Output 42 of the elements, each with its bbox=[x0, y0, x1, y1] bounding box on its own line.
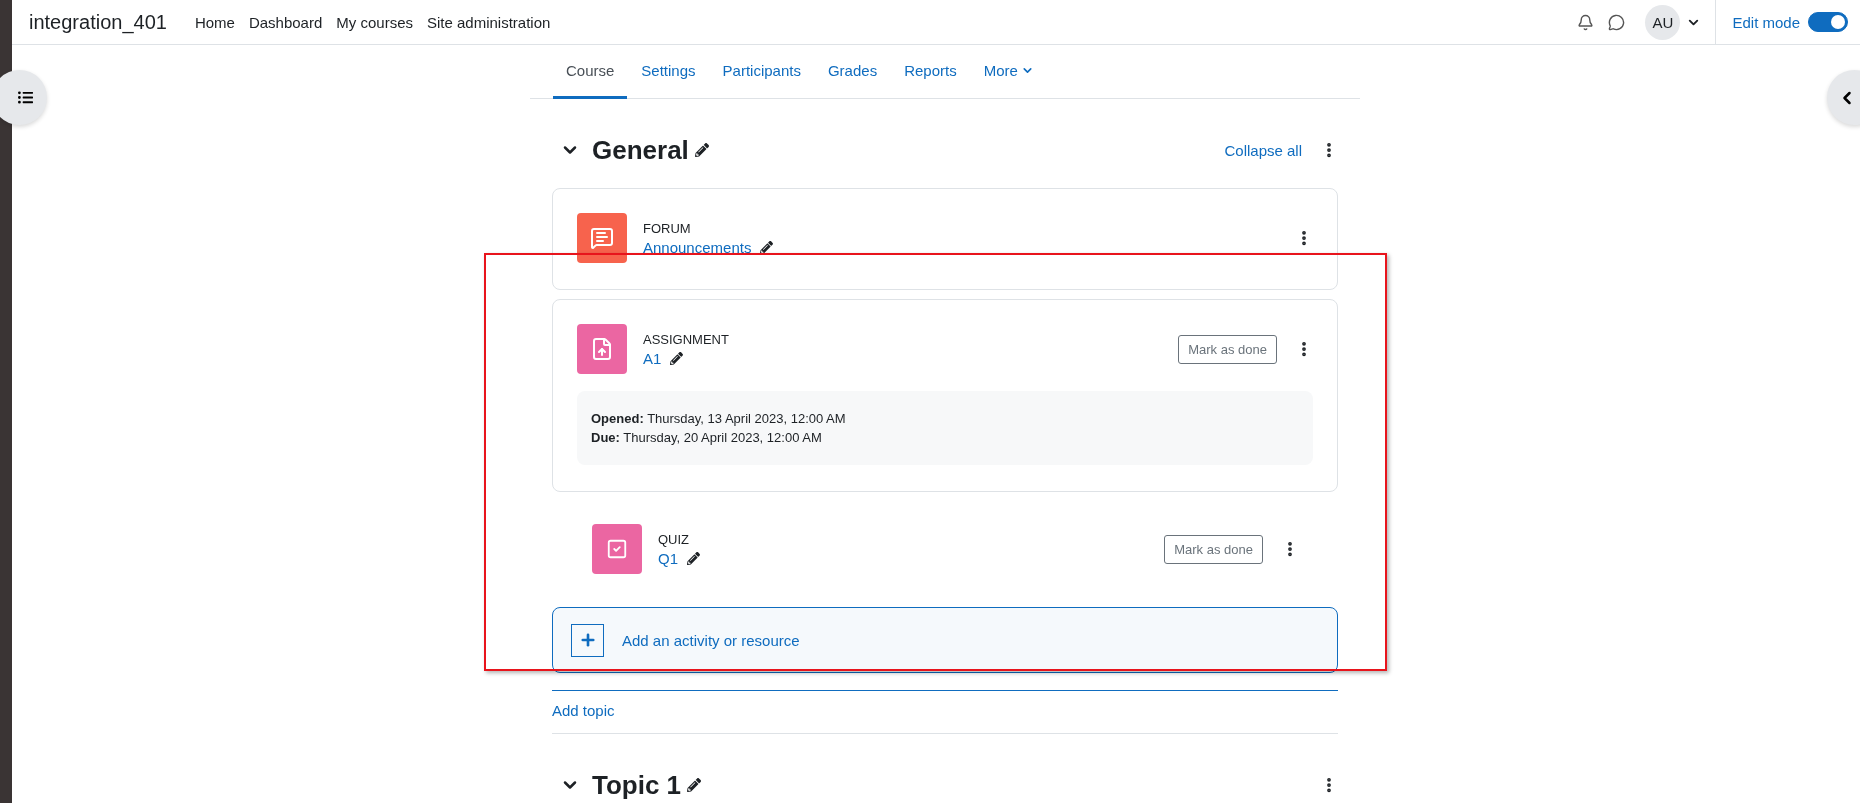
nav-link[interactable]: Site administration bbox=[427, 13, 551, 31]
add-activity-button[interactable]: Add an activity or resource bbox=[552, 607, 1338, 673]
nav-link[interactable]: Dashboard bbox=[248, 13, 323, 31]
nav-link[interactable]: Home bbox=[194, 13, 235, 31]
activity-type: ASSIGNMENT bbox=[643, 331, 729, 347]
nav-tab[interactable]: Participants bbox=[709, 45, 814, 99]
nav-tab[interactable]: Grades bbox=[814, 45, 891, 99]
collapse-all-link[interactable]: Collapse all bbox=[1224, 141, 1302, 159]
activity-type: FORUM bbox=[643, 220, 692, 236]
nav-link[interactable]: My courses bbox=[336, 13, 413, 31]
course-index-button[interactable] bbox=[0, 70, 47, 125]
chat-icon[interactable] bbox=[1608, 13, 1626, 31]
bell-icon[interactable] bbox=[1577, 13, 1595, 31]
add-topic-link[interactable]: Add topic bbox=[552, 690, 1338, 734]
chat-icon bbox=[590, 226, 614, 250]
activity-type: QUIZ bbox=[658, 531, 691, 547]
user-avatar[interactable]: AU bbox=[1645, 4, 1681, 40]
mark-as-done-button[interactable]: Mark as done bbox=[1164, 534, 1263, 564]
edit-mode-toggle[interactable] bbox=[1808, 12, 1848, 32]
plus-icon bbox=[571, 623, 604, 657]
activity-link[interactable]: A1 bbox=[643, 349, 662, 367]
date-line: Opened: Thursday, 13 April 2023, 12:00 AM bbox=[591, 411, 847, 426]
edit-mode-label: Edit mode bbox=[1732, 13, 1800, 31]
pencil-icon[interactable] bbox=[687, 778, 702, 792]
pencil-icon[interactable] bbox=[687, 551, 700, 565]
nav-tab[interactable]: Reports bbox=[891, 45, 970, 99]
pencil-icon[interactable] bbox=[694, 143, 709, 157]
activity-link[interactable]: Q1 bbox=[658, 549, 678, 567]
nav-tab[interactable]: Course bbox=[553, 45, 628, 99]
section-title: Topic 1 bbox=[592, 769, 682, 801]
site-name[interactable]: integration_401 bbox=[29, 10, 167, 34]
file-upload-icon bbox=[590, 337, 614, 361]
pencil-icon[interactable] bbox=[670, 351, 684, 365]
date-line: Due: Thursday, 20 April 2023, 12:00 AM bbox=[591, 430, 823, 445]
activity-link[interactable]: Announcements bbox=[643, 238, 752, 256]
pencil-icon[interactable] bbox=[760, 240, 774, 254]
section-title: General bbox=[592, 134, 689, 166]
list-icon bbox=[18, 90, 33, 105]
checkbox-icon bbox=[606, 538, 628, 560]
nav-tab[interactable]: More bbox=[970, 45, 1047, 99]
mark-as-done-button[interactable]: Mark as done bbox=[1178, 334, 1277, 364]
nav-tab[interactable]: Settings bbox=[628, 45, 709, 99]
